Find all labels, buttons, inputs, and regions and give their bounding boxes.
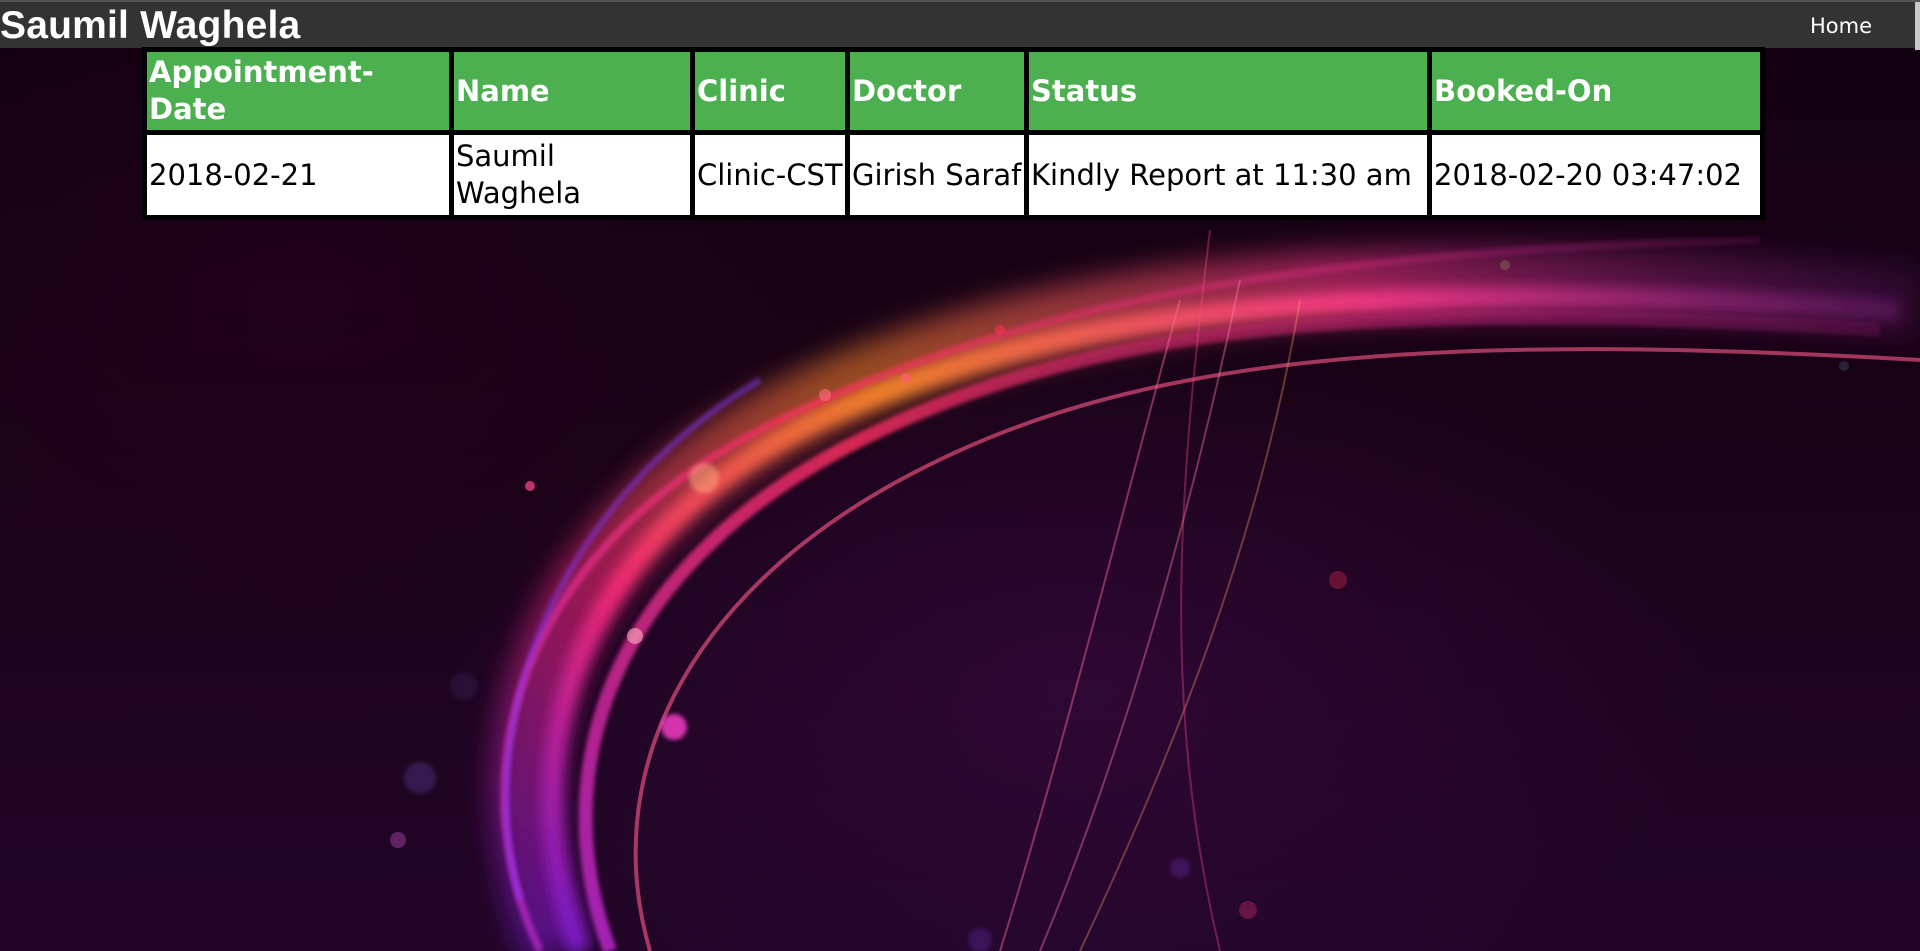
cell-name: Saumil Waghela: [454, 135, 690, 215]
cell-clinic: Clinic-CST: [695, 135, 845, 215]
column-header-status: Status: [1029, 52, 1427, 130]
appointments-table: Appointment-Date Name Clinic Doctor Stat…: [142, 47, 1765, 220]
table-header-row: Appointment-Date Name Clinic Doctor Stat…: [147, 52, 1760, 130]
column-header-appointment-date: Appointment-Date: [147, 52, 449, 130]
cell-status: Kindly Report at 11:30 am: [1029, 135, 1427, 215]
appointments-table-container: Appointment-Date Name Clinic Doctor Stat…: [142, 47, 1765, 220]
top-navigation-bar: Saumil Waghela Home: [0, 0, 1920, 50]
table-row: 2018-02-21 Saumil Waghela Clinic-CST Gir…: [147, 135, 1760, 215]
cell-appointment-date: 2018-02-21: [147, 135, 449, 215]
nav-home-link[interactable]: Home: [1810, 14, 1872, 38]
column-header-booked-on: Booked-On: [1432, 52, 1760, 130]
site-brand-title[interactable]: Saumil Waghela: [0, 4, 300, 48]
cell-doctor: Girish Saraf: [850, 135, 1024, 215]
scrollbar-edge[interactable]: [1915, 2, 1920, 50]
column-header-doctor: Doctor: [850, 52, 1024, 130]
cell-booked-on: 2018-02-20 03:47:02: [1432, 135, 1760, 215]
column-header-clinic: Clinic: [695, 52, 845, 130]
column-header-name: Name: [454, 52, 690, 130]
